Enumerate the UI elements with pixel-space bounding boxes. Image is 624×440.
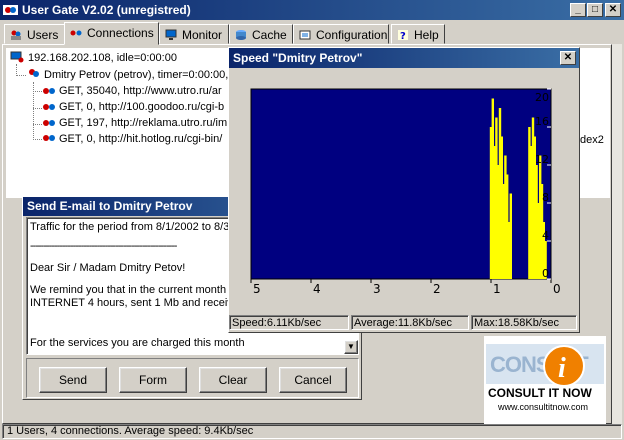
speed-window-title-bar: Speed "Dmitry Petrov" ✕ (229, 48, 579, 68)
y-tick-label: 8 (542, 191, 549, 204)
x-tick-label: 2 (433, 282, 441, 296)
email-period-line: Traffic for the period from 8/1/2002 to … (30, 221, 230, 233)
y-tick-label: 4 (542, 229, 549, 242)
x-tick-label: 3 (373, 282, 381, 296)
tree-right-fragment: dex2 (580, 134, 604, 146)
x-tick-label: 1 (493, 282, 501, 296)
speed-close-button[interactable]: ✕ (560, 51, 576, 65)
chevron-down-icon: ▼ (347, 342, 355, 351)
request-icon (43, 104, 55, 110)
logo-brand: CONSULT IT NOW (488, 386, 592, 400)
consult-logo: CONSULT i CONSULT IT NOW www.consultitno… (484, 336, 606, 424)
x-tick-label: 0 (553, 282, 561, 296)
users-icon (11, 30, 21, 40)
host-icon (10, 51, 24, 63)
tab-monitor[interactable]: Monitor (159, 24, 229, 44)
main-scrollbar-track[interactable] (612, 44, 622, 424)
tab-connections[interactable]: Connections (64, 22, 159, 45)
scroll-down-button[interactable]: ▼ (344, 340, 358, 354)
tree-connector (33, 139, 42, 140)
connections-icon (70, 30, 82, 36)
status-bar: 1 Users, 4 connections. Average speed: 9… (2, 424, 622, 439)
y-tick-label: 16 (535, 115, 549, 128)
speed-chart: 5 4 3 2 1 0 20 16 12 8 4 0 (250, 88, 561, 296)
email-body-line: INTERNET 4 hours, sent 1 Mb and receiv (30, 297, 233, 309)
email-body-line: We remind you that in the current month … (30, 284, 241, 296)
tree-connector (33, 124, 42, 125)
x-tick-label: 4 (313, 282, 321, 296)
tree-connector (16, 75, 26, 76)
tab-configuration[interactable]: Configuration (293, 24, 389, 44)
svg-text:i: i (558, 353, 566, 384)
close-button[interactable]: ✕ (605, 3, 621, 17)
tab-users[interactable]: Users (4, 24, 65, 44)
tree-request[interactable]: GET, 197, http://reklama.utro.ru/im (59, 116, 227, 130)
tree-connector (33, 91, 42, 92)
cache-icon (236, 30, 246, 40)
form-button[interactable]: Form (119, 367, 187, 393)
tree-user-node[interactable]: Dmitry Petrov (petrov), timer=0:00:00, i… (44, 68, 240, 82)
app-icon (3, 5, 18, 15)
x-tick-label: 5 (253, 282, 261, 296)
logo-url: www.consultitnow.com (498, 402, 589, 412)
email-separator: ----------------------------------------… (30, 240, 177, 252)
speed-max: Max:18.58Kb/sec (471, 315, 577, 330)
email-greeting: Dear Sir / Madam Dmitry Petov! (30, 262, 186, 274)
y-tick-label: 20 (535, 91, 549, 104)
minimize-button[interactable]: _ (570, 3, 586, 17)
svg-text:?: ? (400, 31, 406, 41)
speed-window: Speed "Dmitry Petrov" ✕ 5 4 3 2 1 0 20 16 12 8 4 0 … (228, 47, 580, 333)
speed-bar (509, 193, 512, 279)
tree-request[interactable]: GET, 35040, http://www.utro.ru/ar (59, 84, 222, 98)
help-icon: ? (398, 30, 408, 41)
tree-request[interactable]: GET, 0, http://100.goodoo.ru/cgi-b (59, 100, 224, 114)
send-button[interactable]: Send (39, 367, 107, 393)
speed-average: Average:11.8Kb/sec (351, 315, 469, 330)
main-title-bar: User Gate V2.02 (unregistred) _ □ ✕ (0, 0, 624, 20)
y-tick-label: 0 (542, 267, 549, 280)
email-body-line: For the services you are charged this mo… (30, 337, 245, 349)
tree-connector (33, 108, 42, 109)
configuration-icon (299, 30, 311, 40)
clear-button[interactable]: Clear (199, 367, 267, 393)
cancel-button[interactable]: Cancel (279, 367, 347, 393)
speed-current: Speed:6.11Kb/sec (229, 315, 349, 330)
tree-root-host[interactable]: 192.168.202.108, idle=0:00:00 (28, 51, 177, 65)
tab-cache[interactable]: Cache (229, 24, 293, 44)
request-icon (43, 88, 55, 94)
tree-request[interactable]: GET, 0, http://hit.hotlog.ru/cgi-bin/ (59, 132, 222, 146)
request-icon (43, 120, 55, 126)
monitor-icon (165, 29, 177, 40)
speed-window-title: Speed "Dmitry Petrov" (233, 51, 363, 65)
y-tick-label: 12 (535, 153, 549, 166)
app-title: User Gate V2.02 (unregistred) (22, 3, 191, 17)
request-icon (43, 135, 55, 141)
user-icon (29, 69, 39, 77)
maximize-button[interactable]: □ (587, 3, 603, 17)
status-text: 1 Users, 4 connections. Average speed: 9… (7, 425, 254, 437)
email-dialog-title: Send E-mail to Dmitry Petrov (27, 199, 193, 213)
tab-help[interactable]: ? Help (391, 24, 445, 44)
